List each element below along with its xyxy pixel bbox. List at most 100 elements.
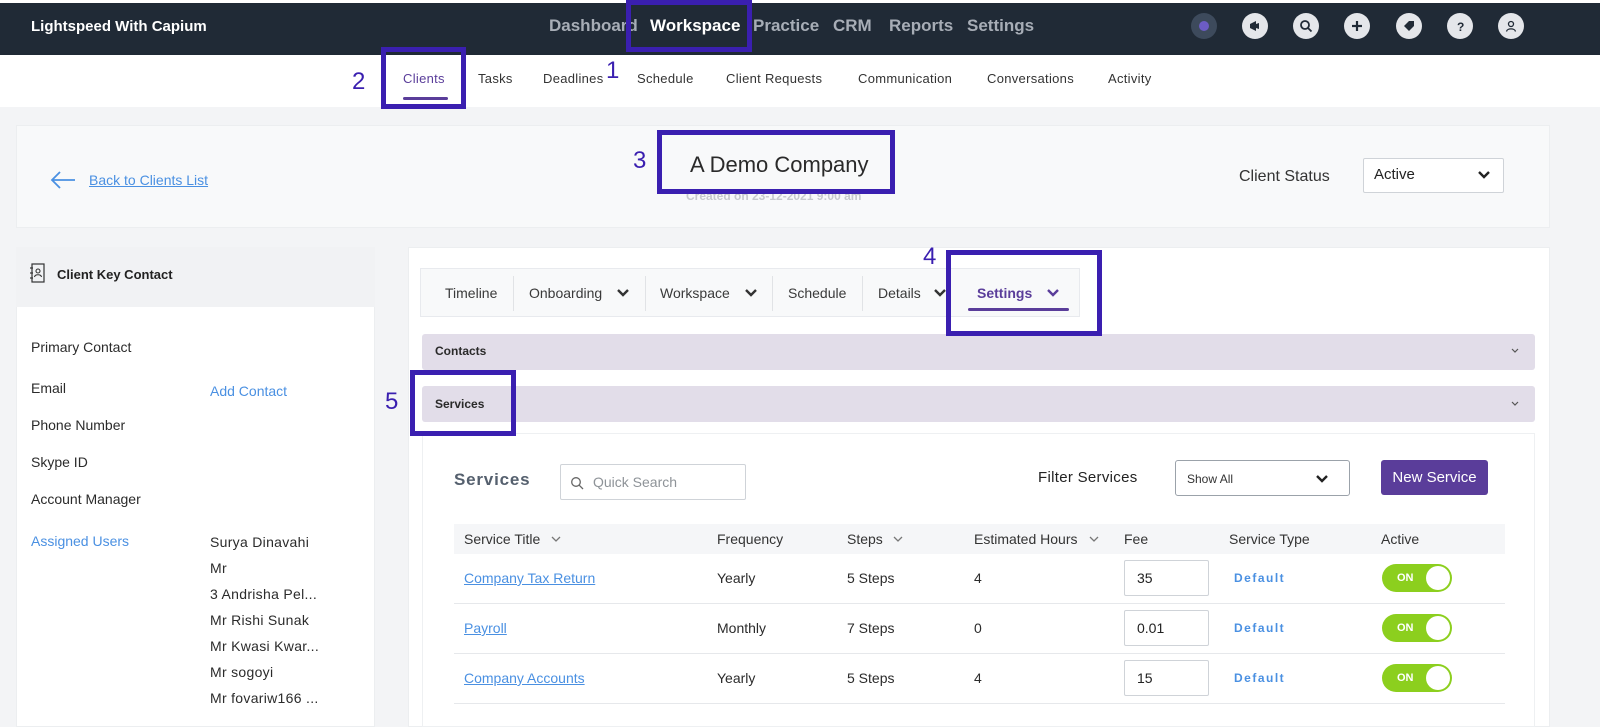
service-type-badge: Default xyxy=(1234,671,1286,685)
tab-schedule[interactable]: Schedule xyxy=(788,285,846,301)
svg-text:?: ? xyxy=(1457,20,1464,33)
contacts-accordion[interactable] xyxy=(422,334,1535,370)
assigned-user: Mr Rishi Sunak xyxy=(210,612,310,628)
nav-settings[interactable]: Settings xyxy=(967,16,1034,36)
annotation-number-3: 3 xyxy=(633,147,647,174)
service-title-link[interactable]: Company Tax Return xyxy=(464,570,595,586)
active-toggle[interactable]: ON xyxy=(1382,614,1452,642)
row-divider xyxy=(454,703,1505,704)
help-icon[interactable]: ? xyxy=(1447,13,1473,39)
tab-onboarding[interactable]: Onboarding xyxy=(529,285,602,301)
toggle-knob xyxy=(1426,666,1450,690)
column-service-title[interactable]: Service Title xyxy=(464,531,540,547)
chevron-down-icon[interactable] xyxy=(1510,400,1520,407)
new-service-button[interactable]: New Service xyxy=(1381,460,1488,495)
assigned-user: Mr Kwasi Kwar... xyxy=(210,638,320,654)
client-key-contact-title: Client Key Contact xyxy=(57,267,173,282)
back-arrow-icon[interactable] xyxy=(50,170,76,190)
toggle-knob xyxy=(1426,566,1450,590)
active-toggle[interactable]: ON xyxy=(1382,564,1452,592)
sort-chevron-icon[interactable] xyxy=(892,535,904,543)
annotation-number-5: 5 xyxy=(385,388,399,415)
tab-timeline[interactable]: Timeline xyxy=(445,285,497,301)
tab-divider xyxy=(772,276,773,311)
subnav-deadlines[interactable]: Deadlines xyxy=(543,71,604,86)
subnav-schedule[interactable]: Schedule xyxy=(637,71,694,86)
tab-divider xyxy=(513,276,514,311)
service-title-link[interactable]: Company Accounts xyxy=(464,670,585,686)
filter-services-select[interactable]: Show All xyxy=(1175,460,1350,496)
search-icon[interactable] xyxy=(1293,13,1319,39)
client-status-label: Client Status xyxy=(1239,168,1330,185)
account-manager-label: Account Manager xyxy=(31,491,141,507)
app-title: Lightspeed With Capium xyxy=(31,18,207,35)
plus-icon[interactable] xyxy=(1344,13,1370,39)
sort-chevron-icon[interactable] xyxy=(1088,535,1100,543)
fee-input[interactable]: 15 xyxy=(1124,660,1209,696)
contacts-accordion-label: Contacts xyxy=(435,344,487,358)
annotation-number-2: 2 xyxy=(352,68,366,95)
subnav-communication[interactable]: Communication xyxy=(858,71,952,86)
subnav-client-requests[interactable]: Client Requests xyxy=(726,71,822,86)
search-icon xyxy=(571,477,584,490)
assigned-users-link[interactable]: Assigned Users xyxy=(31,533,129,549)
client-status-value: Active xyxy=(1374,166,1415,183)
tag-icon[interactable] xyxy=(1396,13,1422,39)
service-title-link[interactable]: Payroll xyxy=(464,620,507,636)
subnav-activity[interactable]: Activity xyxy=(1108,71,1152,86)
profile-icon[interactable] xyxy=(1498,13,1524,39)
service-hours: 0 xyxy=(974,620,982,636)
service-steps: 5 Steps xyxy=(847,570,895,586)
megaphone-icon[interactable] xyxy=(1242,13,1268,39)
primary-contact-label: Primary Contact xyxy=(31,339,132,355)
annotation-number-4: 4 xyxy=(923,243,937,270)
chevron-down-icon xyxy=(1316,475,1328,483)
tab-divider xyxy=(645,276,646,311)
annotation-box-4 xyxy=(946,250,1102,336)
service-hours: 4 xyxy=(974,670,982,686)
services-accordion[interactable] xyxy=(422,386,1535,422)
row-divider xyxy=(454,603,1505,604)
service-frequency: Yearly xyxy=(717,670,756,686)
annotation-box-2 xyxy=(381,47,466,109)
fee-input[interactable]: 35 xyxy=(1124,560,1209,596)
chevron-down-icon[interactable] xyxy=(616,288,630,298)
tab-workspace[interactable]: Workspace xyxy=(660,285,730,301)
tab-details[interactable]: Details xyxy=(878,285,921,301)
toggle-on-label: ON xyxy=(1397,572,1414,584)
row-divider xyxy=(454,653,1505,654)
assigned-user: Mr xyxy=(210,560,227,576)
service-steps: 7 Steps xyxy=(847,620,895,636)
subnav-tasks[interactable]: Tasks xyxy=(478,71,513,86)
annotation-box-5 xyxy=(410,370,516,436)
subnav-conversations[interactable]: Conversations xyxy=(987,71,1074,86)
nav-reports[interactable]: Reports xyxy=(889,16,953,36)
back-to-clients-link[interactable]: Back to Clients List xyxy=(89,172,208,188)
add-contact-link[interactable]: Add Contact xyxy=(210,383,287,399)
chevron-down-icon[interactable] xyxy=(1510,347,1520,354)
client-status-select[interactable]: Active xyxy=(1363,158,1504,193)
quick-search-placeholder: Quick Search xyxy=(593,474,678,490)
column-service-type: Service Type xyxy=(1229,531,1310,547)
skype-id-label: Skype ID xyxy=(31,454,88,470)
fee-input[interactable]: 0.01 xyxy=(1124,610,1209,646)
quick-search-input[interactable]: Quick Search xyxy=(560,464,746,500)
nav-dashboard[interactable]: Dashboard xyxy=(549,16,638,36)
active-toggle[interactable]: ON xyxy=(1382,664,1452,692)
user-status-icon[interactable] xyxy=(1191,13,1217,39)
sort-chevron-icon[interactable] xyxy=(550,535,562,543)
service-frequency: Monthly xyxy=(717,620,767,636)
contact-book-icon xyxy=(30,263,45,283)
toggle-on-label: ON xyxy=(1397,622,1414,634)
nav-practice[interactable]: Practice xyxy=(753,16,819,36)
service-type-badge: Default xyxy=(1234,571,1286,585)
chevron-down-icon[interactable] xyxy=(933,288,947,298)
filter-services-value: Show All xyxy=(1187,472,1234,486)
chevron-down-icon[interactable] xyxy=(744,288,758,298)
toggle-knob xyxy=(1426,616,1450,640)
column-estimated-hours[interactable]: Estimated Hours xyxy=(974,531,1077,547)
column-steps[interactable]: Steps xyxy=(847,531,883,547)
assigned-user: 3 Andrisha Pel... xyxy=(210,586,318,602)
nav-crm[interactable]: CRM xyxy=(833,16,872,36)
chevron-down-icon xyxy=(1478,171,1490,179)
